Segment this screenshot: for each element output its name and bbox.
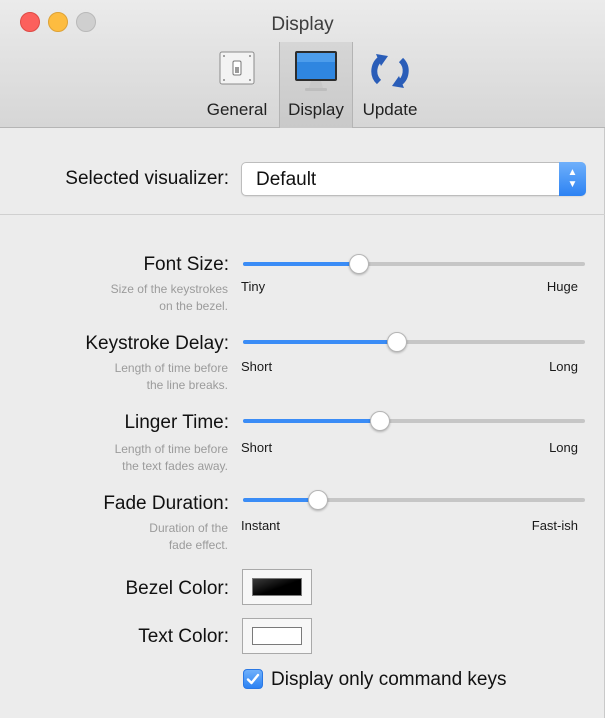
keystroke-delay-desc-line: Length of time before xyxy=(114,361,228,375)
window-title: Display xyxy=(271,14,334,35)
fade-duration-min-label: Instant xyxy=(241,518,281,533)
text-color-swatch xyxy=(252,627,302,645)
general-switch-icon xyxy=(217,48,257,93)
font-size-max-label: Huge xyxy=(546,279,578,294)
visualizer-label: Selected visualizer: xyxy=(65,168,229,189)
font-size-desc-line: on the bezel. xyxy=(159,299,228,313)
tab-update[interactable]: Update xyxy=(358,42,422,128)
linger-time-max-label: Long xyxy=(549,440,578,455)
monitor-icon xyxy=(293,48,339,99)
slider-fill xyxy=(243,498,318,502)
fade-duration-max-label: Fast-ish xyxy=(531,518,578,533)
font-size-label: Font Size: xyxy=(143,254,229,275)
tab-general-label: General xyxy=(206,100,268,119)
display-only-command-keys-label[interactable]: Display only command keys xyxy=(271,669,506,691)
font-size-desc-line: Size of the keystrokes xyxy=(110,282,228,296)
section-divider xyxy=(0,214,605,215)
text-color-well[interactable] xyxy=(242,618,312,654)
slider-fill xyxy=(243,419,380,423)
linger-time-description: Length of time before the text fades awa… xyxy=(48,441,228,475)
tab-general[interactable]: General xyxy=(204,42,270,128)
visualizer-popup[interactable]: Default ▲ ▼ xyxy=(241,162,586,196)
linger-time-slider[interactable] xyxy=(243,410,585,432)
keystroke-delay-slider[interactable] xyxy=(243,331,585,353)
linger-time-desc-line: Length of time before xyxy=(114,442,228,456)
slider-knob[interactable] xyxy=(387,332,407,352)
fade-duration-desc-line: fade effect. xyxy=(168,538,228,552)
font-size-min-label: Tiny xyxy=(241,279,266,294)
fade-duration-desc-line: Duration of the xyxy=(149,521,228,535)
font-size-description: Size of the keystrokes on the bezel. xyxy=(48,281,228,315)
checkmark-icon xyxy=(246,673,260,685)
fade-duration-label: Fade Duration: xyxy=(103,493,229,514)
keystroke-delay-description: Length of time before the line breaks. xyxy=(48,360,228,394)
bezel-color-swatch xyxy=(252,578,302,596)
keystroke-delay-desc-line: the line breaks. xyxy=(146,378,228,392)
fade-duration-description: Duration of the fade effect. xyxy=(48,520,228,554)
slider-fill xyxy=(243,262,359,266)
linger-time-min-label: Short xyxy=(241,440,273,455)
slider-fill xyxy=(243,340,397,344)
toolbar: Display General Display Update xyxy=(0,0,605,128)
preferences-window: Display General Display Update Selected … xyxy=(0,0,605,718)
linger-time-desc-line: the text fades away. xyxy=(122,459,228,473)
display-only-command-keys-checkbox[interactable] xyxy=(243,669,263,689)
bezel-color-label: Bezel Color: xyxy=(125,578,230,599)
font-size-slider[interactable] xyxy=(243,253,585,275)
keystroke-delay-label: Keystroke Delay: xyxy=(85,333,229,354)
visualizer-value: Default xyxy=(256,169,317,190)
slider-knob[interactable] xyxy=(308,490,328,510)
refresh-icon xyxy=(367,48,413,99)
keystroke-delay-min-label: Short xyxy=(241,359,273,374)
bezel-color-well[interactable] xyxy=(242,569,312,605)
tab-update-label: Update xyxy=(362,100,418,119)
slider-knob[interactable] xyxy=(370,411,390,431)
linger-time-label: Linger Time: xyxy=(124,412,229,433)
keystroke-delay-max-label: Long xyxy=(549,359,578,374)
text-color-label: Text Color: xyxy=(138,626,229,647)
tab-display[interactable]: Display xyxy=(279,42,353,128)
fade-duration-slider[interactable] xyxy=(243,489,585,511)
slider-knob[interactable] xyxy=(349,254,369,274)
popup-arrows-icon: ▲ ▼ xyxy=(559,162,586,196)
tab-display-label: Display xyxy=(288,100,344,119)
